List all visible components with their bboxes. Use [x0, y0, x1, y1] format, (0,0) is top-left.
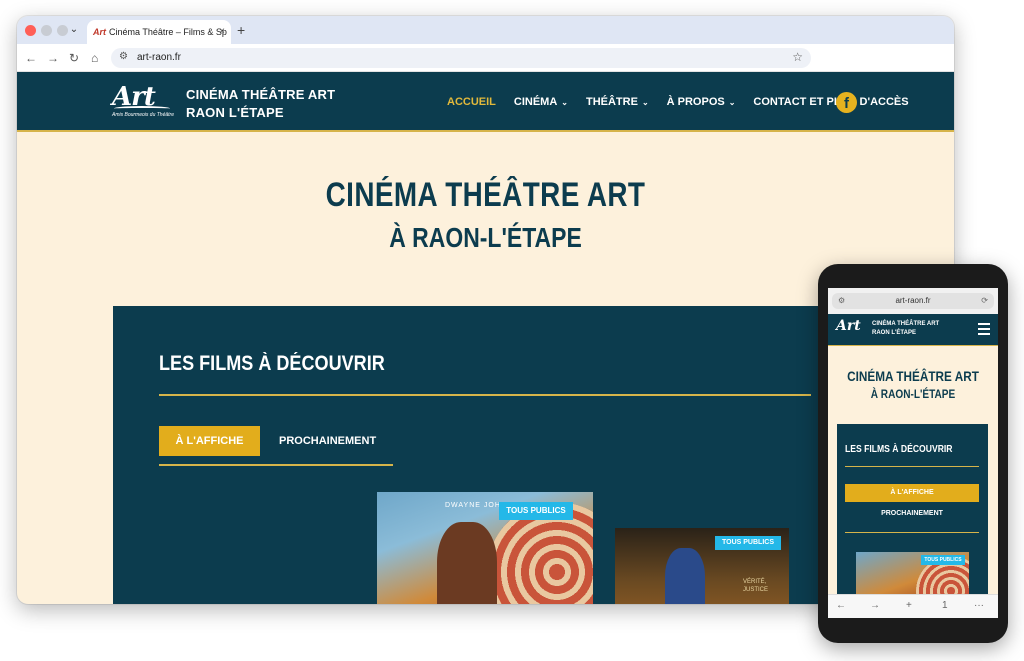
chevron-down-icon: ⌄: [728, 98, 736, 107]
browser-window: ⌄ Art Cinéma Théâtre – Films & Sp × + ← …: [17, 16, 954, 604]
nav-contact[interactable]: CONTACT ET PLAN D'ACCÈS: [753, 96, 908, 108]
tab-a-laffiche[interactable]: À L'AFFICHE: [159, 426, 260, 456]
divider: [159, 394, 811, 396]
divider: [845, 466, 979, 467]
mobile-tab-a-laffiche[interactable]: À L'AFFICHE: [845, 484, 979, 502]
mobile-logo[interactable]: Art: [836, 318, 861, 334]
mobile-films-section: LES FILMS À DÉCOUVRIR À L'AFFICHE PROCHA…: [837, 424, 988, 594]
divider: [159, 464, 393, 466]
back-icon[interactable]: ←: [836, 600, 846, 611]
bookmark-star-icon[interactable]: ☆: [792, 50, 803, 64]
url-text: art-raon.fr: [137, 52, 181, 63]
mobile-hero-title: CINÉMA THÉÂTRE ART: [847, 368, 979, 384]
nav-cinema[interactable]: CINÉMA ⌄: [514, 96, 568, 108]
mobile-url-text: art-raon.fr: [895, 296, 931, 305]
new-tab-icon[interactable]: +: [906, 600, 912, 611]
rating-badge: TOUS PUBLICS: [499, 502, 573, 520]
tab-prochainement[interactable]: PROCHAINEMENT: [279, 426, 376, 456]
back-icon[interactable]: ←: [25, 50, 37, 66]
more-menu-icon[interactable]: ···: [974, 600, 984, 611]
phone-screen: ⚙ art-raon.fr ⟳ Art CINÉMA THÉÂTRE ART R…: [828, 288, 998, 618]
tab-title: Cinéma Théâtre – Films & Sp: [109, 27, 227, 37]
browser-toolbar: ← → ↻ ⌂ ⚙ art-raon.fr ☆: [17, 44, 954, 72]
hero-title: CINÉMA THÉÂTRE ART: [325, 176, 646, 214]
mobile-films-title: LES FILMS À DÉCOUVRIR: [845, 444, 953, 455]
site-settings-icon[interactable]: ⚙: [838, 293, 845, 309]
reload-icon[interactable]: ⟳: [981, 293, 988, 309]
logo-subtitle: Amis Bourmeois du Théâtre: [112, 112, 174, 118]
tab-search-icon[interactable]: ⌄: [66, 21, 82, 39]
forward-icon[interactable]: →: [47, 50, 59, 66]
facebook-icon[interactable]: f: [836, 92, 857, 113]
site-header: Art Amis Bourmeois du Théâtre CINÉMA THÉ…: [17, 72, 954, 132]
close-tab-icon[interactable]: ×: [219, 20, 225, 44]
close-window-button[interactable]: [25, 25, 36, 36]
nav-a-propos[interactable]: À PROPOS ⌄: [667, 96, 736, 108]
divider: [845, 532, 979, 533]
brand-line-1: CINÉMA THÉÂTRE ART: [186, 87, 336, 102]
nav-accueil[interactable]: ACCUEIL: [447, 96, 496, 108]
mobile-address-field[interactable]: ⚙ art-raon.fr ⟳: [832, 293, 994, 309]
mobile-hero-subtitle: À RAON-L'ÉTAPE: [870, 387, 956, 401]
tab-strip: ⌄ Art Cinéma Théâtre – Films & Sp × +: [17, 16, 954, 44]
mobile-site-header: Art CINÉMA THÉÂTRE ART RAON L'ÉTAPE: [828, 314, 998, 346]
films-section-title: LES FILMS À DÉCOUVRIR: [159, 352, 385, 375]
nav-theatre[interactable]: THÉÂTRE ⌄: [586, 96, 649, 108]
hero-subtitle: À RAON-L'ÉTAPE: [389, 222, 582, 253]
rating-badge: TOUS PUBLICS: [715, 536, 781, 550]
new-tab-button[interactable]: +: [237, 21, 245, 39]
favicon-icon: Art: [93, 27, 106, 37]
address-bar[interactable]: ⚙ art-raon.fr ☆: [111, 48, 811, 68]
logo-swoosh: [114, 106, 170, 111]
site-logo[interactable]: Art Amis Bourmeois du Théâtre: [112, 82, 174, 122]
mobile-brand-line-2: RAON L'ÉTAPE: [872, 330, 916, 336]
minimize-window-button[interactable]: [41, 25, 52, 36]
poster-tagline: VÉRITÉ, JUSTICE: [743, 579, 769, 593]
mobile-tab-prochainement[interactable]: PROCHAINEMENT: [845, 510, 979, 517]
mobile-brand-title[interactable]: CINÉMA THÉÂTRE ART RAON L'ÉTAPE: [872, 320, 939, 338]
mobile-bottom-toolbar: ← → + 1 ···: [828, 594, 998, 618]
brand-line-2: RAON L'ÉTAPE: [186, 105, 284, 120]
browser-tab[interactable]: Art Cinéma Théâtre – Films & Sp ×: [87, 20, 231, 44]
poster-figure: [437, 522, 497, 604]
mobile-url-bar: ⚙ art-raon.fr ⟳: [828, 288, 998, 314]
mobile-rating-badge: TOUS PUBLICS: [921, 555, 965, 565]
tabs-count-icon[interactable]: 1: [942, 600, 948, 611]
brand-title[interactable]: CINÉMA THÉÂTRE ART RAON L'ÉTAPE: [186, 86, 335, 122]
home-icon[interactable]: ⌂: [91, 50, 98, 66]
chevron-down-icon: ⌄: [561, 98, 568, 107]
poster-figure: [665, 548, 705, 604]
phone-mockup: ⚙ art-raon.fr ⟳ Art CINÉMA THÉÂTRE ART R…: [818, 264, 1008, 643]
reload-icon[interactable]: ↻: [69, 50, 79, 66]
mobile-brand-line-1: CINÉMA THÉÂTRE ART: [872, 321, 940, 327]
forward-icon[interactable]: →: [870, 600, 880, 611]
chevron-down-icon: ⌄: [641, 98, 649, 107]
hamburger-menu-icon[interactable]: [978, 323, 990, 335]
site-info-icon[interactable]: ⚙: [119, 51, 128, 62]
